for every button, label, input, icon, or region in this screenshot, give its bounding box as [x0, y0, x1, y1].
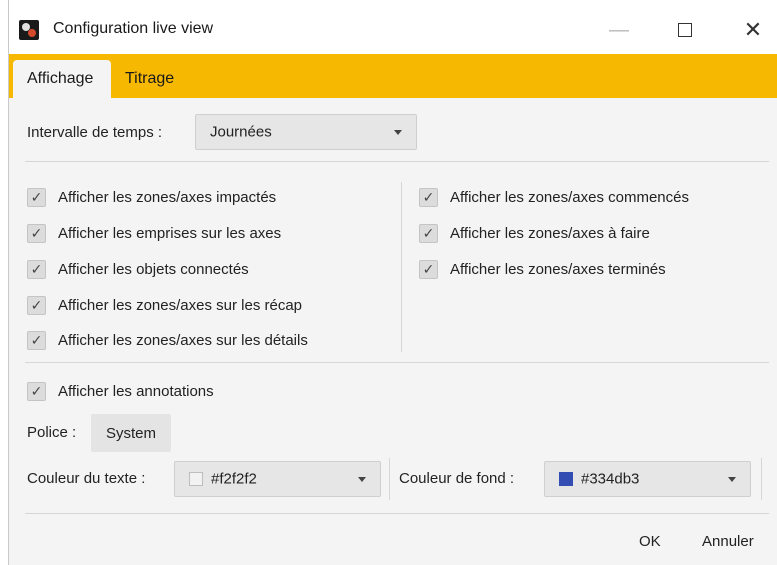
checkbox-annotations[interactable]: ✓ Afficher les annotations [27, 380, 214, 402]
ok-button[interactable]: OK [639, 518, 661, 565]
divider [25, 513, 769, 514]
checkbox-box[interactable]: ✓ [419, 187, 438, 207]
config-window: Configuration live view — ✕ Affichage Ti… [8, 0, 777, 565]
column-divider [401, 182, 402, 352]
checkbox-label: Afficher les emprises sur les axes [58, 224, 282, 242]
checkbox-label: Afficher les zones/axes à faire [450, 224, 650, 242]
checkbox-zones-a-faire[interactable]: ✓ Afficher les zones/axes à faire [419, 222, 650, 244]
check-icon: ✓ [30, 296, 43, 313]
checkbox-objets-connectes[interactable]: ✓ Afficher les objets connectés [27, 258, 249, 280]
cancel-button[interactable]: Annuler [702, 518, 754, 565]
checkbox-box[interactable]: ✓ [419, 259, 438, 279]
tab-affichage[interactable]: Affichage [13, 60, 111, 98]
text-color-dropdown[interactable]: #f2f2f2 [174, 461, 381, 497]
title-bar: Configuration live view — ✕ [9, 0, 777, 54]
dialog-footer: OK Annuler [9, 518, 777, 565]
background-color-label: Couleur de fond : [399, 470, 515, 487]
checkbox-zones-commences[interactable]: ✓ Afficher les zones/axes commencés [419, 186, 689, 208]
background-color-dropdown[interactable]: #334db3 [544, 461, 751, 497]
checkbox-label: Afficher les objets connectés [58, 260, 249, 278]
checkbox-box[interactable]: ✓ [27, 330, 46, 350]
checkbox-box[interactable]: ✓ [27, 259, 46, 279]
minimize-icon[interactable]: — [597, 12, 641, 48]
tab-bar: Affichage Titrage [9, 54, 777, 98]
check-icon: ✓ [422, 260, 435, 277]
checkbox-box[interactable]: ✓ [27, 295, 46, 315]
window-title: Configuration live view [53, 20, 214, 37]
interval-dropdown[interactable]: Journées [195, 114, 417, 150]
maximize-icon[interactable] [663, 12, 707, 48]
checkbox-zones-impactes[interactable]: ✓ Afficher les zones/axes impactés [27, 186, 276, 208]
background-color-value: #334db3 [581, 470, 640, 488]
divider [761, 458, 762, 500]
check-icon: ✓ [422, 188, 435, 205]
check-icon: ✓ [30, 188, 43, 205]
background-color-swatch [559, 472, 573, 486]
interval-label: Intervalle de temps : [27, 124, 163, 141]
checkbox-label: Afficher les zones/axes terminés [450, 260, 666, 278]
check-icon: ✓ [422, 224, 435, 241]
tab-titrage[interactable]: Titrage [111, 60, 184, 98]
interval-value: Journées [210, 123, 272, 141]
chevron-down-icon [394, 130, 402, 135]
checkbox-label: Afficher les zones/axes impactés [58, 188, 277, 206]
checkbox-box[interactable]: ✓ [27, 223, 46, 243]
check-icon: ✓ [30, 260, 43, 277]
checkbox-label: Afficher les annotations [58, 382, 214, 400]
checkbox-label: Afficher les zones/axes sur les récap [58, 296, 303, 314]
text-color-swatch [189, 472, 203, 486]
text-color-label: Couleur du texte : [27, 470, 146, 487]
checkbox-label: Afficher les zones/axes commencés [450, 188, 689, 206]
close-icon[interactable]: ✕ [731, 12, 775, 48]
font-button[interactable]: System [91, 414, 171, 452]
chevron-down-icon [358, 477, 366, 482]
divider [25, 161, 769, 162]
checkbox-box[interactable]: ✓ [27, 381, 46, 401]
checkbox-emprises-axes[interactable]: ✓ Afficher les emprises sur les axes [27, 222, 281, 244]
checkbox-box[interactable]: ✓ [27, 187, 46, 207]
checkbox-box[interactable]: ✓ [419, 223, 438, 243]
font-label: Police : [27, 424, 77, 441]
checkbox-zones-recap[interactable]: ✓ Afficher les zones/axes sur les récap [27, 294, 302, 316]
divider [25, 362, 769, 363]
checkbox-zones-termines[interactable]: ✓ Afficher les zones/axes terminés [419, 258, 666, 280]
check-icon: ✓ [30, 331, 43, 348]
text-color-value: #f2f2f2 [211, 470, 257, 488]
checkbox-label: Afficher les zones/axes sur les détails [58, 331, 308, 349]
color-divider [389, 458, 390, 500]
check-icon: ✓ [30, 382, 43, 399]
app-icon [19, 20, 39, 40]
check-icon: ✓ [30, 224, 43, 241]
chevron-down-icon [728, 477, 736, 482]
checkbox-zones-details[interactable]: ✓ Afficher les zones/axes sur les détail… [27, 329, 308, 351]
